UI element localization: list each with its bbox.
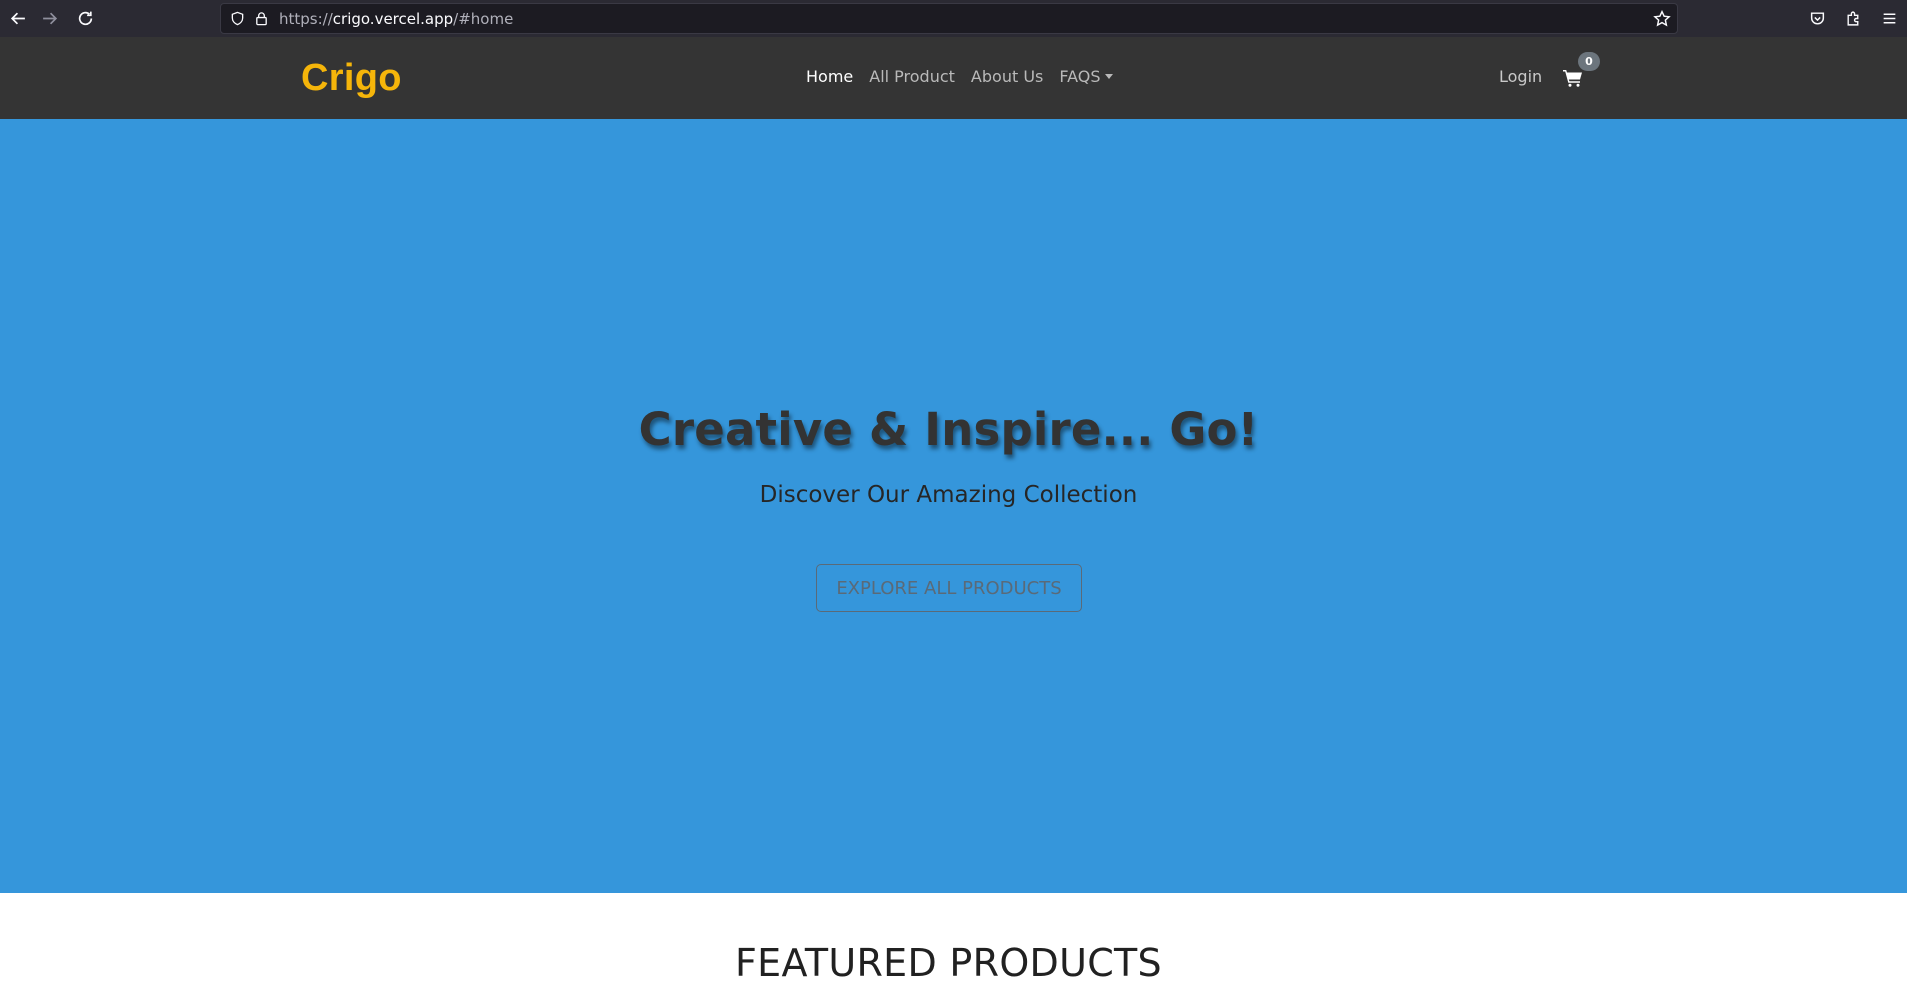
url-path: /#home [453, 9, 514, 28]
nav-link-home[interactable]: Home [806, 67, 853, 86]
menu-button[interactable] [1871, 0, 1907, 37]
url-host: crigo.vercel.app [332, 9, 454, 28]
hero-subtitle: Discover Our Amazing Collection [759, 482, 1138, 508]
arrow-right-icon [42, 12, 57, 25]
featured-title: FEATURED PRODUCTS [735, 941, 1162, 985]
featured-section: FEATURED PRODUCTS [0, 893, 1907, 1007]
reload-button[interactable] [67, 0, 103, 37]
browser-right-tools [1799, 0, 1907, 37]
nav-dropdown-faqs-label: FAQS [1059, 67, 1101, 86]
puzzle-icon [1846, 11, 1858, 26]
hamburger-icon [1883, 13, 1895, 24]
address-bar[interactable]: https://crigo.vercel.app/#home [220, 3, 1678, 34]
forward-button[interactable] [31, 0, 67, 37]
extensions-button[interactable] [1835, 0, 1871, 37]
nav-dropdown-faqs[interactable]: FAQS [1059, 67, 1113, 86]
arrow-left-icon [10, 12, 25, 25]
reload-icon [78, 11, 92, 26]
cart-count-badge: 0 [1578, 52, 1600, 71]
main-menu: Home All Product About Us FAQS [806, 67, 1129, 86]
pocket-button[interactable] [1799, 0, 1835, 37]
nav-link-all-product[interactable]: All Product [869, 67, 955, 86]
lock-icon[interactable] [253, 11, 269, 27]
caret-down-icon [1104, 74, 1113, 79]
hero-title: Creative & Inspire... Go! [638, 403, 1259, 456]
site-navbar: Crigo Home All Product About Us FAQS Log… [0, 37, 1907, 119]
login-link[interactable]: Login [1499, 67, 1542, 86]
brand-logo[interactable]: Crigo [301, 57, 402, 100]
pocket-icon [1810, 12, 1824, 25]
url-text[interactable]: https://crigo.vercel.app/#home [279, 10, 513, 28]
nav-link-about-us[interactable]: About Us [971, 67, 1043, 86]
url-scheme: https:// [279, 9, 333, 28]
shield-icon[interactable] [229, 11, 245, 27]
shopping-cart-icon[interactable] [1563, 69, 1583, 87]
browser-toolbar: https://crigo.vercel.app/#home [0, 0, 1907, 37]
explore-all-products-button[interactable]: EXPLORE ALL PRODUCTS [816, 564, 1082, 612]
hero-section: Creative & Inspire... Go! Discover Our A… [0, 119, 1907, 893]
bookmark-star-icon[interactable] [1653, 9, 1671, 28]
